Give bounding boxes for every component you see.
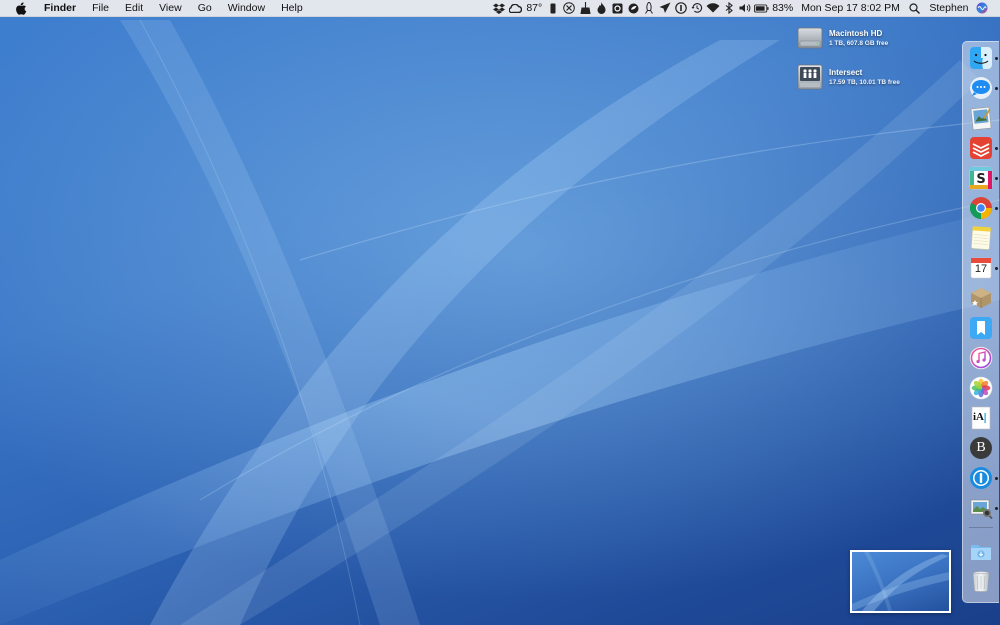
phone-icon[interactable] <box>546 1 561 15</box>
shield-icon[interactable] <box>626 1 641 15</box>
menu-file[interactable]: File <box>84 0 117 16</box>
image-capture-icon <box>970 499 993 520</box>
creative-cloud-icon[interactable] <box>508 1 523 15</box>
finder-icon <box>970 47 992 69</box>
time-machine-icon[interactable] <box>690 1 705 15</box>
internal-drive-icon <box>796 24 824 52</box>
thumbnail-wallpaper <box>852 552 949 611</box>
apple-menu-icon[interactable] <box>14 1 28 15</box>
ia-writer-label: iA <box>973 411 984 423</box>
photos-icon <box>969 376 993 400</box>
menu-help[interactable]: Help <box>273 0 311 16</box>
dock-stack-trash[interactable] <box>968 568 994 594</box>
dock-item-messages[interactable] <box>968 75 994 101</box>
square-o-icon[interactable] <box>610 1 625 15</box>
menu-window[interactable]: Window <box>220 0 273 16</box>
dock-item-preview[interactable] <box>968 105 994 131</box>
disk-capacity: 1 TB, 607.8 GB free <box>829 40 889 47</box>
desktop-space-thumbnail[interactable] <box>850 550 951 613</box>
broom-icon[interactable] <box>578 1 593 15</box>
menubar-clock[interactable]: Mon Sep 17 8:02 PM <box>798 0 903 16</box>
dock-item-slack[interactable]: S <box>968 165 994 191</box>
running-indicator <box>995 87 998 90</box>
onepassword-icon[interactable] <box>674 1 689 15</box>
dock-item-1password[interactable] <box>968 465 994 491</box>
running-indicator <box>995 477 998 480</box>
onepassword-icon <box>970 467 992 489</box>
desktop-wallpaper <box>0 0 1000 625</box>
running-indicator <box>995 207 998 210</box>
dock-item-deliveries[interactable] <box>968 285 994 311</box>
disk-name: Intersect <box>829 68 863 77</box>
accessibility-icon[interactable] <box>562 1 577 15</box>
menu-go[interactable]: Go <box>190 0 220 16</box>
battery-percent[interactable]: 83% <box>769 0 796 16</box>
chrome-icon <box>970 197 992 219</box>
flame-icon[interactable] <box>594 1 609 15</box>
dock-item-chrome[interactable] <box>968 195 994 221</box>
dock-item-todoist[interactable] <box>968 135 994 161</box>
wifi-icon[interactable] <box>706 1 721 15</box>
wallpaper-waves <box>0 19 1000 625</box>
messages-icon <box>970 77 992 99</box>
battery-icon[interactable] <box>753 1 769 15</box>
bear-label: B <box>976 440 986 455</box>
dock-stack-downloads[interactable] <box>968 538 994 564</box>
running-indicator <box>995 57 998 60</box>
dock-item-bear[interactable]: B <box>968 435 994 461</box>
dock-item-ia-writer[interactable]: iA <box>968 405 994 431</box>
menu-edit[interactable]: Edit <box>117 0 151 16</box>
volume-icon[interactable] <box>738 1 753 15</box>
trash-icon <box>972 571 990 592</box>
menu-bar: Finder File Edit View Go Window Help 87° <box>0 0 1000 17</box>
running-indicator <box>995 267 998 270</box>
spotlight-icon[interactable] <box>907 1 922 15</box>
downloads-folder-icon <box>971 545 991 560</box>
bluetooth-icon[interactable] <box>722 1 737 15</box>
calendar-date-label: 17 <box>974 263 988 275</box>
dock-item-calendar[interactable]: 17 <box>968 255 994 281</box>
svg-text:S: S <box>976 172 985 187</box>
siri-icon[interactable] <box>975 1 990 15</box>
dock-item-photos[interactable] <box>968 375 994 401</box>
notes-icon <box>971 226 991 250</box>
dock-item-itunes[interactable] <box>968 345 994 371</box>
running-indicator <box>995 147 998 150</box>
package-icon <box>971 288 991 308</box>
todoist-icon <box>970 137 992 159</box>
running-indicator <box>995 177 998 180</box>
disk-name: Macintosh HD <box>829 29 883 38</box>
temperature-readout[interactable]: 87° <box>523 0 545 16</box>
dock-separator <box>969 527 993 528</box>
preview-icon <box>970 106 992 130</box>
desktop-disk-macintosh-hd[interactable]: Macintosh HD 1 TB, 607.8 GB free <box>796 24 888 52</box>
user-menu[interactable]: Stephen <box>926 0 971 16</box>
slack-icon: S <box>969 166 993 190</box>
itunes-icon <box>969 346 993 370</box>
dock-item-bookmarks[interactable] <box>968 315 994 341</box>
desktop-disk-intersect[interactable]: Intersect 17.59 TB, 10.01 TB free <box>796 63 900 91</box>
network-drive-icon <box>796 63 824 91</box>
dropbox-icon[interactable] <box>492 1 507 15</box>
dock-item-finder[interactable] <box>968 45 994 71</box>
disk-capacity: 17.59 TB, 10.01 TB free <box>829 79 900 86</box>
dock-item-notes[interactable] <box>968 225 994 251</box>
app-menu-finder[interactable]: Finder <box>36 0 84 16</box>
dock-item-image-capture[interactable] <box>968 495 994 521</box>
plane-icon[interactable] <box>658 1 673 15</box>
dock: S 17 iA B <box>962 41 999 603</box>
bookmark-icon <box>970 317 992 339</box>
running-indicator <box>995 507 998 510</box>
menu-view[interactable]: View <box>151 0 190 16</box>
rocket-icon[interactable] <box>642 1 657 15</box>
